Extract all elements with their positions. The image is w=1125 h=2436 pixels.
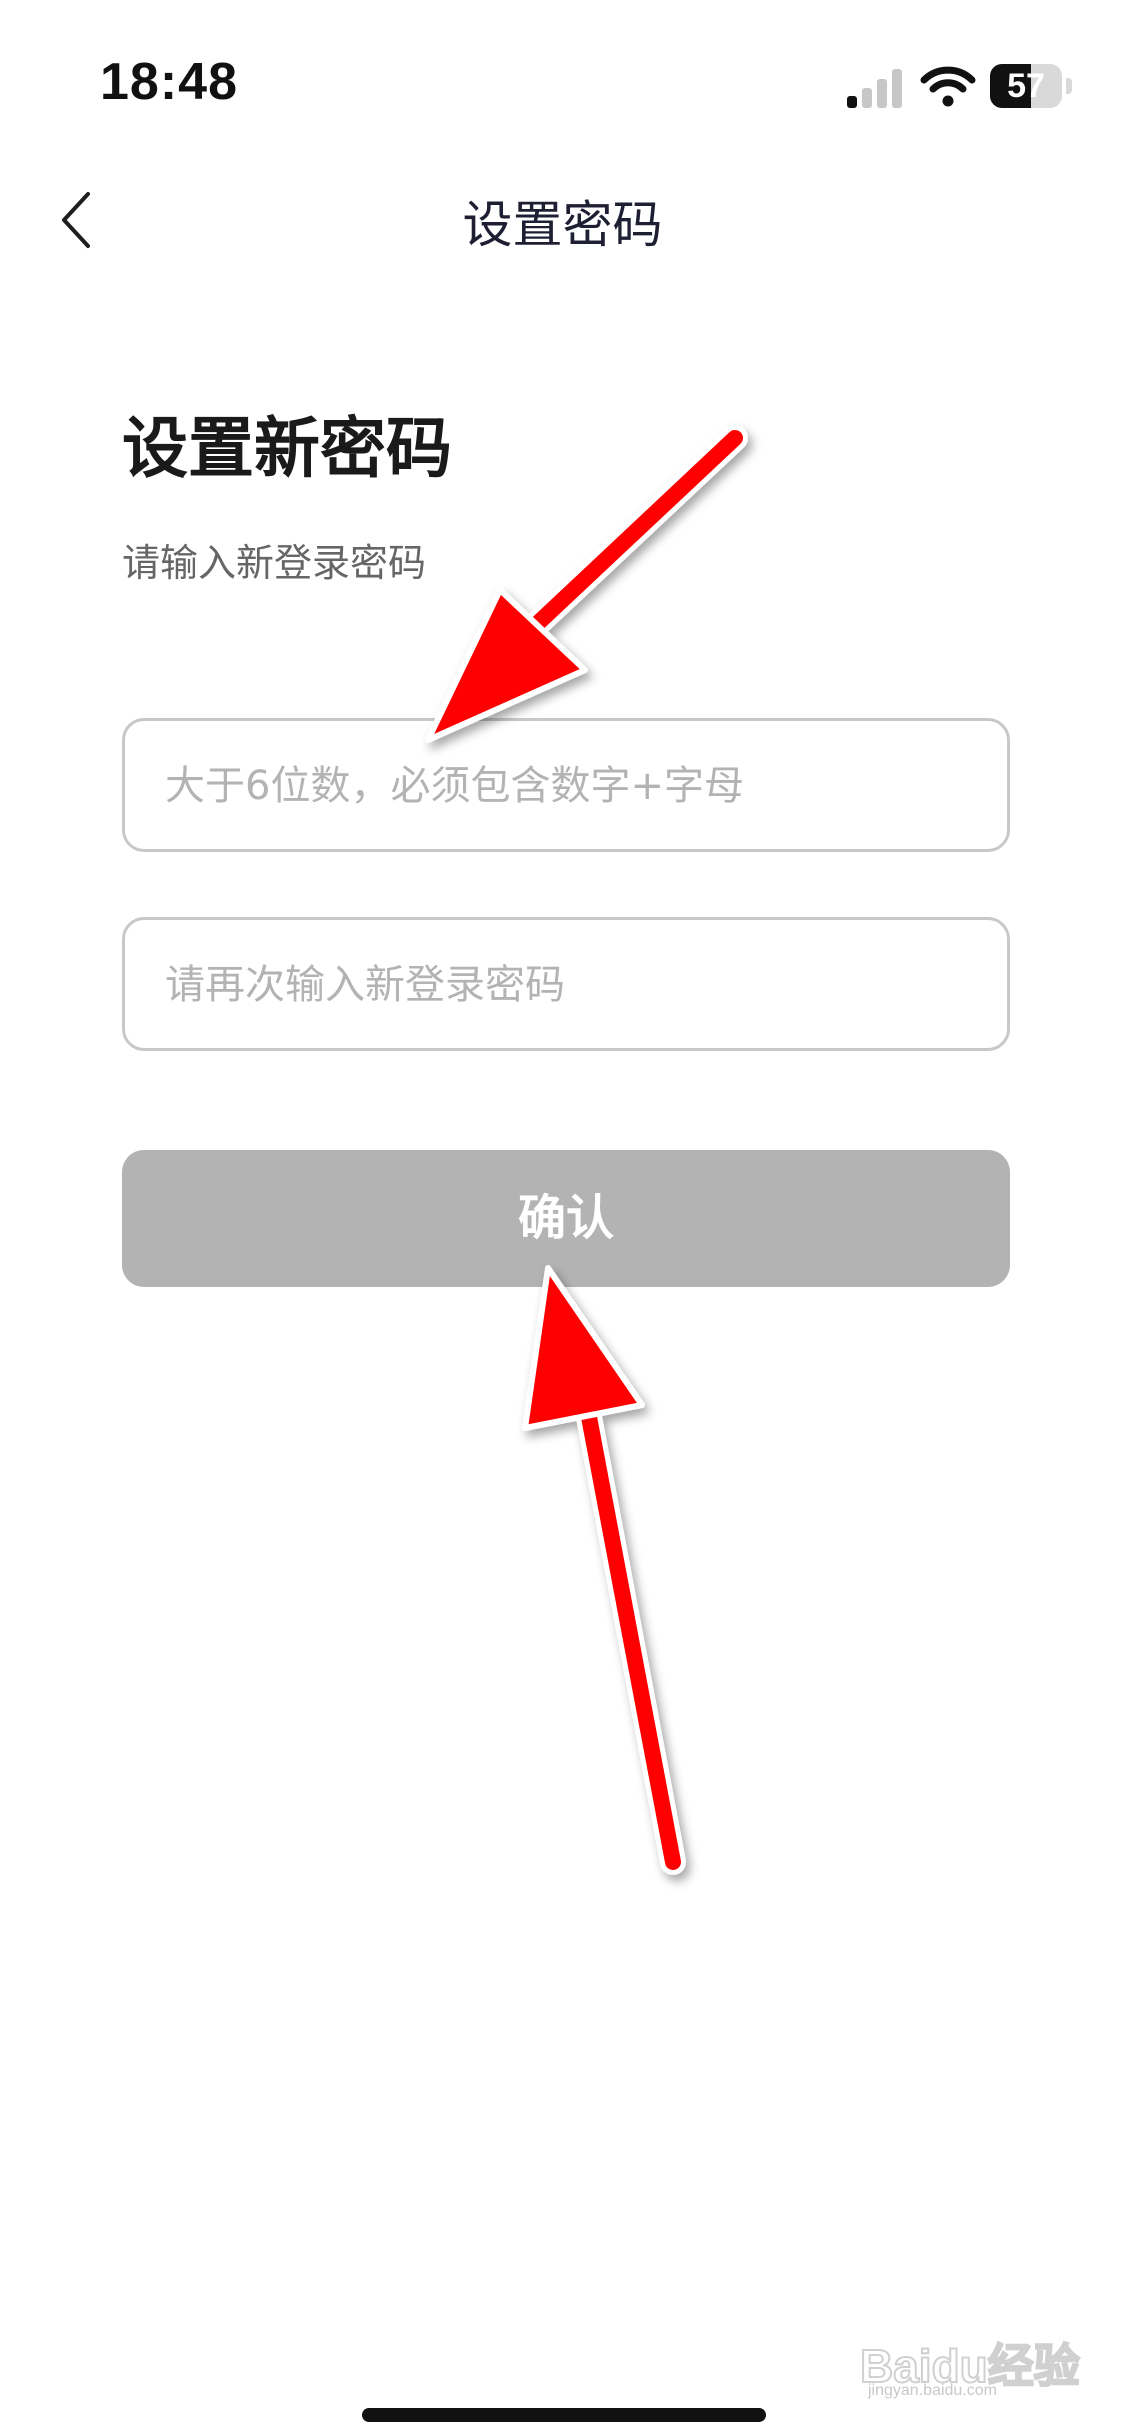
battery-level-text: 57 — [1007, 67, 1045, 105]
watermark-sub: jingyan.baidu.com — [868, 2382, 997, 2399]
confirm-password-field — [122, 917, 1010, 1051]
page-heading: 设置新密码 — [122, 410, 452, 487]
new-password-field — [122, 718, 1010, 852]
cellular-signal-icon — [847, 69, 902, 108]
battery-icon: 57 — [990, 64, 1074, 108]
home-indicator[interactable] — [362, 2408, 766, 2422]
new-password-input[interactable] — [163, 721, 977, 851]
confirm-password-input[interactable] — [163, 920, 977, 1050]
nav-title: 设置密码 — [462, 196, 663, 254]
wifi-icon — [920, 66, 976, 107]
screen: 18:48 57 设置密码 设置新密码 请输入新登录密码 确认 Baidu经验 … — [0, 0, 1125, 2436]
arrow-to-password-input — [425, 425, 748, 743]
baidu-watermark: Baidu经验 jingyan.baidu.com — [859, 2330, 1081, 2400]
page-subtitle: 请输入新登录密码 — [122, 541, 427, 585]
battery-cap — [1066, 78, 1072, 94]
battery-body: 57 — [990, 64, 1062, 108]
arrow-to-confirm-button — [522, 1265, 686, 1875]
status-bar: 18:48 57 — [0, 0, 1125, 150]
confirm-button[interactable]: 确认 — [122, 1150, 1010, 1287]
status-time: 18:48 — [100, 53, 238, 111]
nav-bar: 设置密码 — [0, 150, 1125, 290]
